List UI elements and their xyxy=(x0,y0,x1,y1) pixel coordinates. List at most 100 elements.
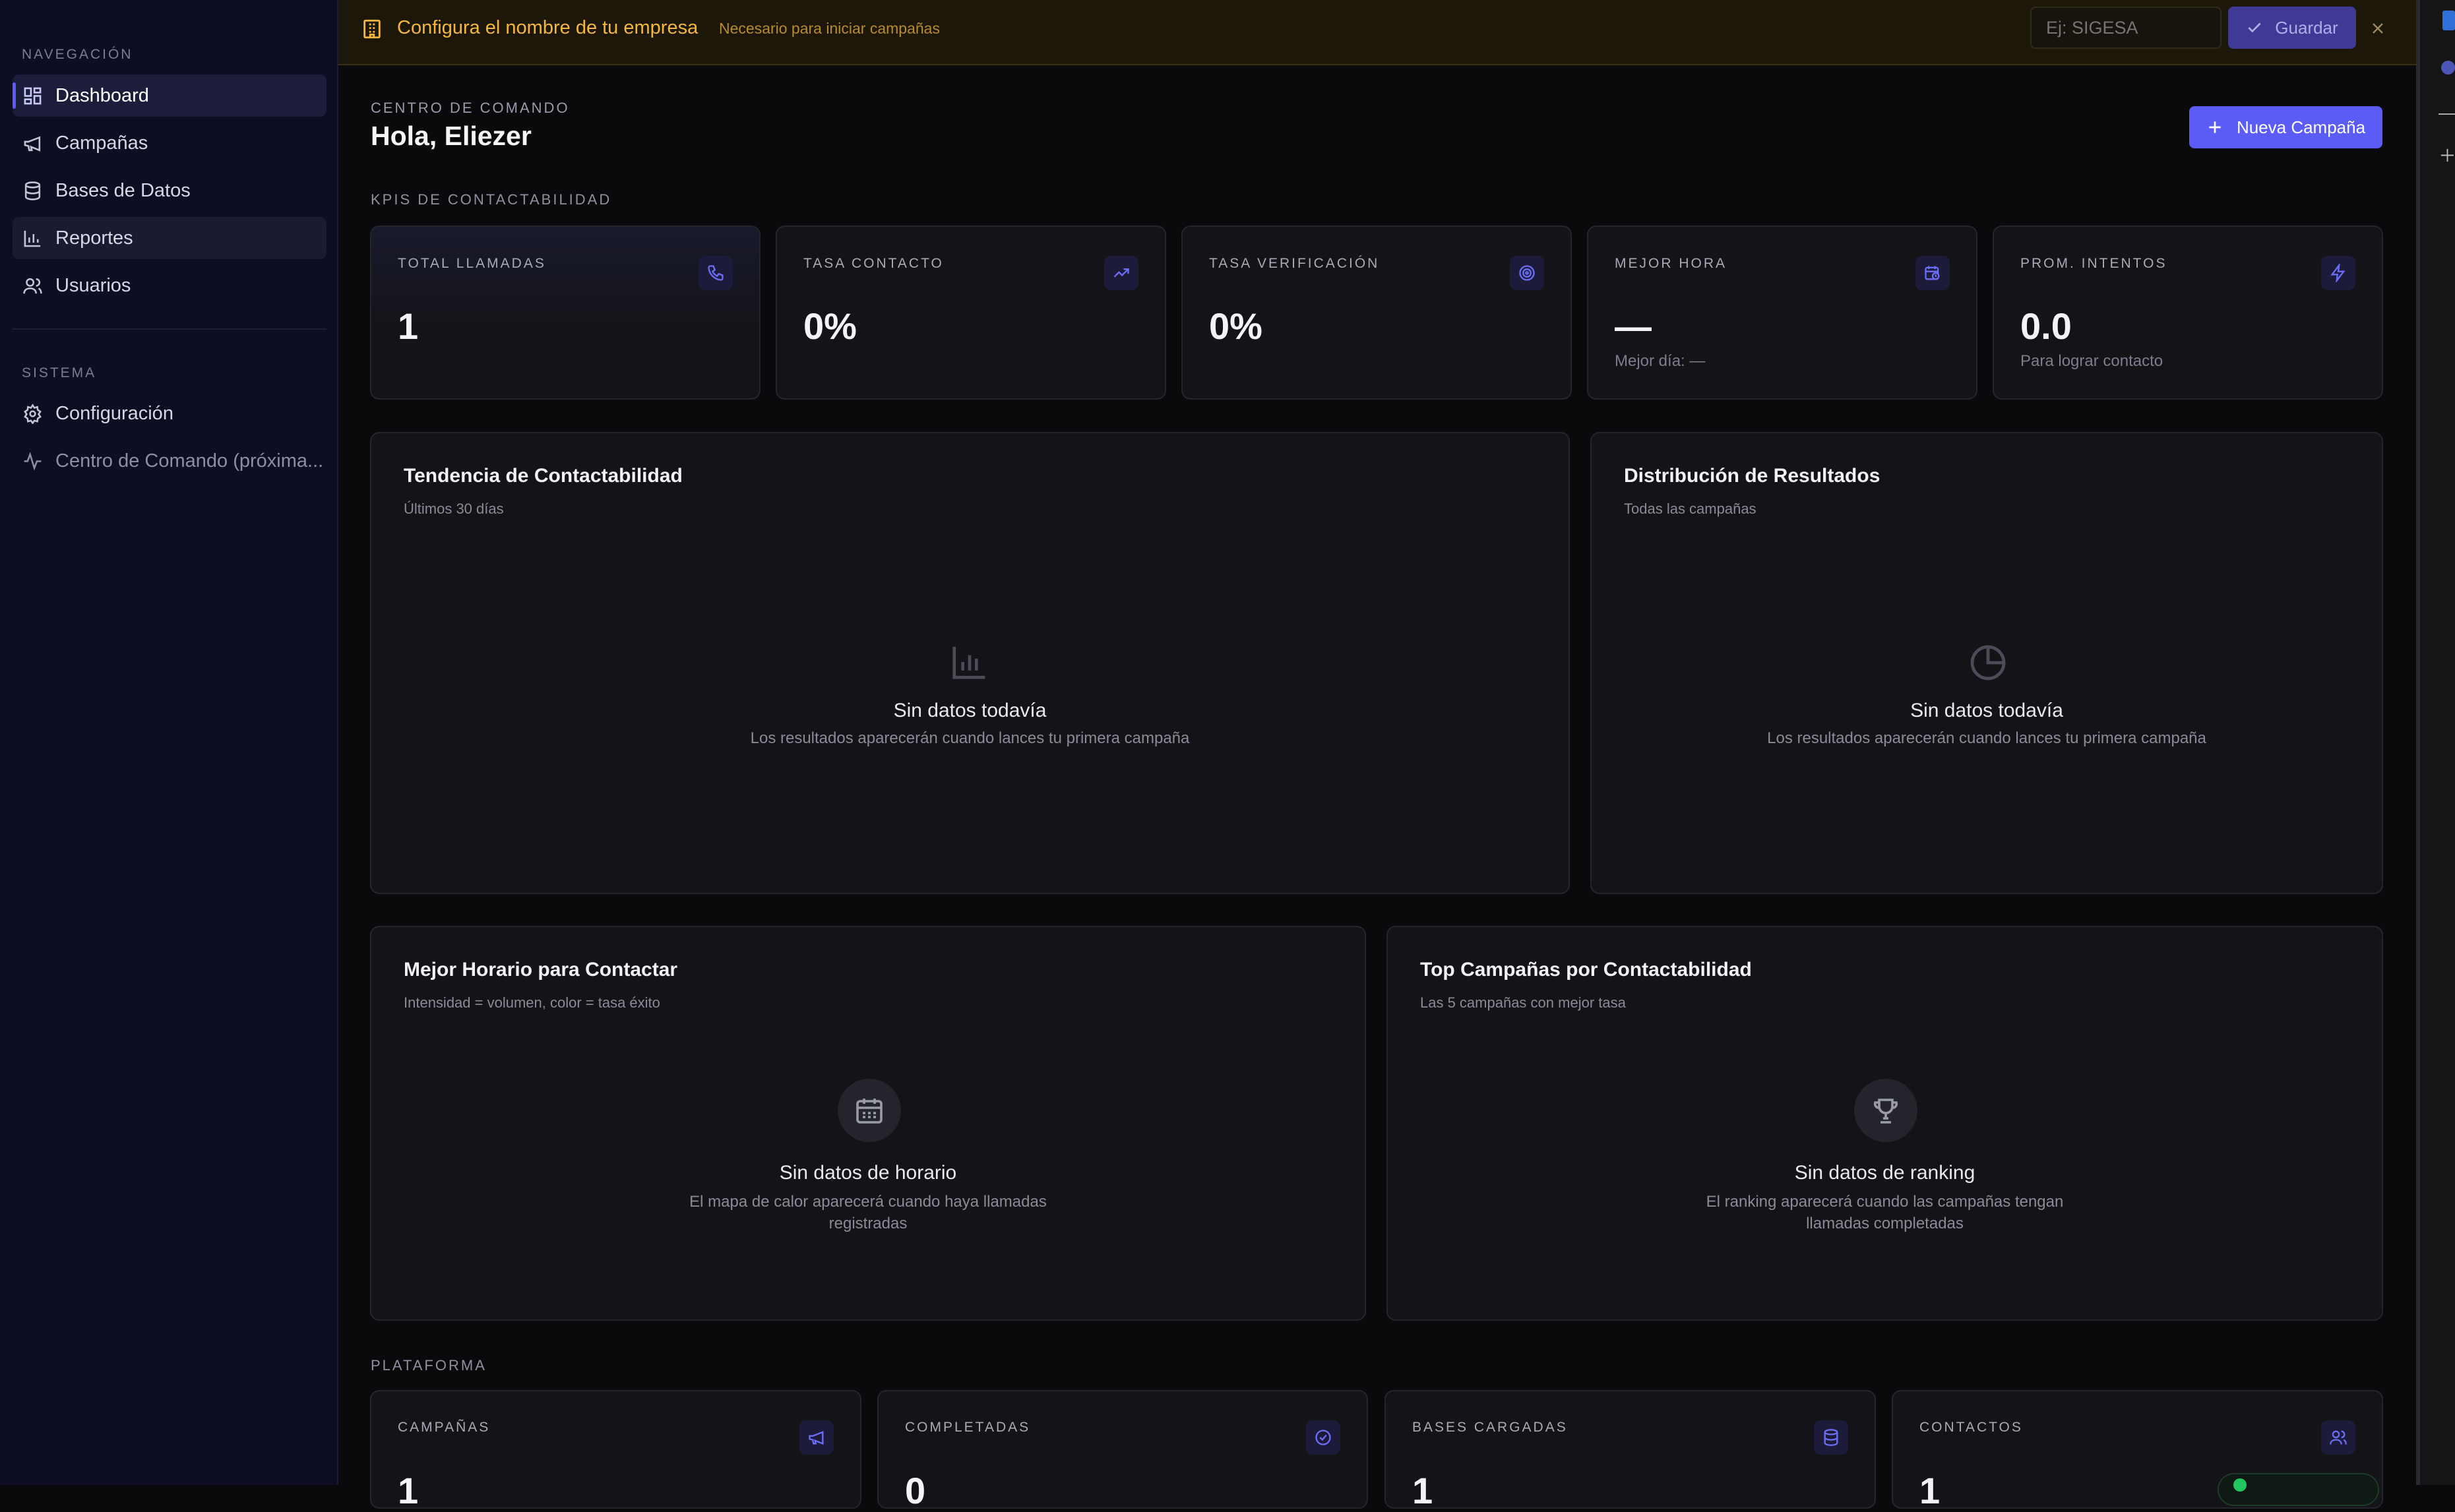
company-name-input[interactable] xyxy=(2030,7,2222,49)
sidebar-item-label: Centro de Comando (próxima... xyxy=(55,450,324,471)
kpis-section-label: KPIS DE CONTACTABILIDAD xyxy=(371,191,612,208)
card-subtitle: Últimos 30 días xyxy=(404,500,504,517)
empty-state-desc-line: El mapa de calor aparecerá cuando haya l… xyxy=(689,1193,1047,1211)
users-icon xyxy=(2330,1430,2347,1445)
empty-state-desc-line: llamadas completadas xyxy=(1806,1215,1964,1232)
kpi-value: 0% xyxy=(803,305,857,347)
kpi-card-prom-intentos: PROM. INTENTOS 0.0 Para lograr contacto xyxy=(1993,226,2383,400)
platform-card-completadas: COMPLETADAS 0 xyxy=(877,1390,1368,1511)
sidebar-item-label: Campañas xyxy=(55,132,148,154)
save-button[interactable]: Guardar xyxy=(2228,7,2356,49)
card-subtitle: Todas las campañas xyxy=(1624,500,1756,517)
sidebar-item-dashboard[interactable]: Dashboard xyxy=(13,75,326,117)
kpi-label: CONTACTOS xyxy=(1919,1420,2023,1435)
calendar-icon xyxy=(856,1099,883,1124)
minimize-icon[interactable] xyxy=(2439,113,2455,115)
plus-icon xyxy=(2209,121,2221,133)
kpi-label: TOTAL LLAMADAS xyxy=(398,256,546,271)
users-icon xyxy=(23,278,42,293)
kpi-icon-badge xyxy=(1510,256,1544,290)
page-title: Hola, Eliezer xyxy=(371,121,532,151)
sidebar-item-usuarios[interactable]: Usuarios xyxy=(13,264,326,307)
card-subtitle: Intensidad = volumen, color = tasa éxito xyxy=(404,994,660,1011)
sidebar-item-label: Reportes xyxy=(55,227,133,249)
sidebar-item-campanas[interactable]: Campañas xyxy=(13,122,326,164)
empty-state-desc-line: registradas xyxy=(828,1215,908,1232)
kpi-card-tasa-verificacion: TASA VERIFICACIÓN 0% xyxy=(1181,226,1572,400)
empty-state-desc: El mapa de calor aparecerá cuando haya l… xyxy=(371,1191,1365,1234)
dashboard-icon xyxy=(24,87,42,104)
sidebar-item-reportes[interactable]: Reportes xyxy=(13,217,326,259)
save-button-label: Guardar xyxy=(2275,17,2338,38)
kpi-label: CAMPAÑAS xyxy=(398,1420,491,1435)
card-subtitle: Las 5 campañas con mejor tasa xyxy=(1420,994,1626,1011)
gear-icon xyxy=(24,403,42,424)
sidebar-item-label: Dashboard xyxy=(55,84,149,106)
sidebar-item-bases-de-datos[interactable]: Bases de Datos xyxy=(13,169,326,212)
kpi-card-total-llamadas: TOTAL LLAMADAS 1 xyxy=(370,226,761,400)
banner-title: Configura el nombre de tu empresa xyxy=(397,17,699,38)
schedule-heatmap-card: Mejor Horario para Contactar Intensidad … xyxy=(370,926,1366,1321)
app-icon[interactable] xyxy=(2442,11,2455,30)
kpi-value: 0 xyxy=(905,1470,926,1511)
kpi-icon-badge xyxy=(799,1420,834,1455)
kpi-icon-badge xyxy=(699,256,733,290)
nav-section-label: NAVEGACIÓN xyxy=(22,47,133,62)
empty-state-desc: Los resultados aparecerán cuando lances … xyxy=(750,729,1190,747)
activity-icon xyxy=(24,451,42,471)
top-campaigns-card: Top Campañas por Contactabilidad Las 5 c… xyxy=(1386,926,2383,1321)
banner-subtitle: Necesario para iniciar campañas xyxy=(719,20,940,37)
status-dot xyxy=(2233,1478,2247,1492)
sidebar-item-centro-de-comando[interactable]: Centro de Comando (próxima... xyxy=(13,440,326,482)
kpi-card-tasa-contacto: TASA CONTACTO 0% xyxy=(776,226,1166,400)
sidebar: NAVEGACIÓN Dashboard Campañas Bases de D… xyxy=(0,0,338,1485)
calendar-clock-icon xyxy=(1925,266,1940,280)
database-icon xyxy=(1824,1429,1838,1446)
empty-state-title: Sin datos todavía xyxy=(893,700,1047,721)
close-icon[interactable] xyxy=(2369,19,2387,38)
kpi-icon-badge xyxy=(2321,1420,2355,1455)
sidebar-item-label: Bases de Datos xyxy=(55,179,191,201)
status-badge xyxy=(2218,1473,2379,1506)
kpi-icon-badge xyxy=(1915,256,1950,290)
bar-chart-icon xyxy=(24,230,41,247)
megaphone-icon xyxy=(809,1431,824,1445)
kpi-value: — xyxy=(1615,305,1652,347)
card-title: Mejor Horario para Contactar xyxy=(404,959,678,981)
platform-card-bases-cargadas: BASES CARGADAS 1 xyxy=(1384,1390,1876,1511)
page-overline: CENTRO DE COMANDO xyxy=(371,100,570,116)
trend-chart-card: Tendencia de Contactabilidad Últimos 30 … xyxy=(370,432,1570,894)
teams-icon[interactable] xyxy=(2441,61,2455,75)
card-title: Tendencia de Contactabilidad xyxy=(404,465,683,487)
lightning-icon xyxy=(2330,264,2346,282)
sidebar-divider xyxy=(13,328,326,330)
new-campaign-label: Nueva Campaña xyxy=(2236,117,2366,137)
empty-state-title: Sin datos todavía xyxy=(1910,700,2063,721)
sidebar-item-configuracion[interactable]: Configuración xyxy=(13,392,326,435)
check-icon xyxy=(2248,22,2261,33)
card-title: Top Campañas por Contactabilidad xyxy=(1420,959,1752,981)
database-icon xyxy=(24,181,41,200)
kpi-label: TASA VERIFICACIÓN xyxy=(1209,256,1380,271)
kpi-value: 1 xyxy=(1412,1470,1433,1511)
company-name-banner: Configura el nombre de tu empresa Necesa… xyxy=(338,0,2416,65)
bar-chart-icon xyxy=(952,646,985,679)
megaphone-icon xyxy=(24,136,41,152)
system-section-label: SISTEMA xyxy=(22,365,97,380)
kpi-value: 1 xyxy=(1919,1470,1941,1511)
trophy-icon xyxy=(1873,1099,1898,1124)
kpi-label: BASES CARGADAS xyxy=(1412,1420,1568,1435)
sidebar-item-label: Usuarios xyxy=(55,274,131,296)
card-title: Distribución de Resultados xyxy=(1624,465,1880,487)
kpi-icon-badge xyxy=(2321,256,2355,290)
plus-icon[interactable] xyxy=(2440,148,2455,163)
new-campaign-button[interactable]: Nueva Campaña xyxy=(2189,106,2382,148)
kpi-label: COMPLETADAS xyxy=(905,1420,1031,1435)
building-icon xyxy=(363,19,381,39)
kpi-icon-badge xyxy=(1306,1420,1340,1455)
trend-up-icon xyxy=(1113,268,1129,278)
platform-card-campanas: CAMPAÑAS 1 xyxy=(370,1390,861,1511)
kpi-value: 0.0 xyxy=(2020,305,2072,347)
kpi-card-mejor-hora: MEJOR HORA — Mejor día: — xyxy=(1587,226,1977,400)
scrollbar[interactable] xyxy=(2416,0,2420,1485)
